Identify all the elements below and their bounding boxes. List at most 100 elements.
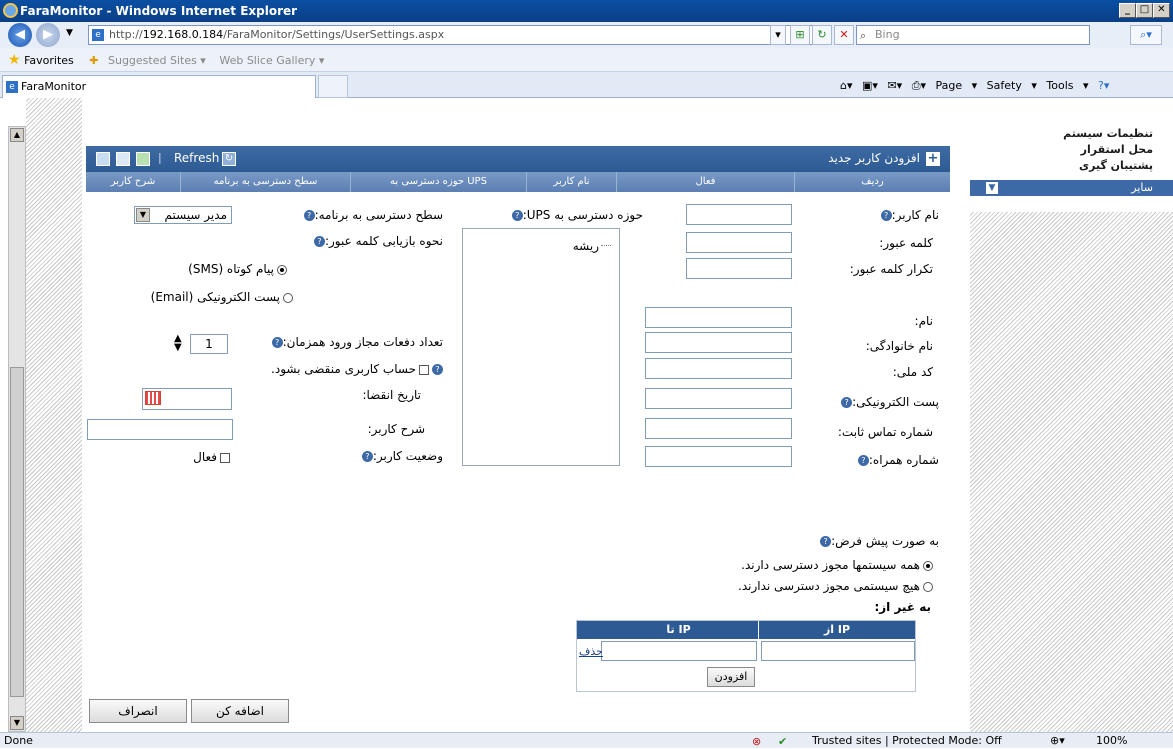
zoom-level[interactable]: 100%	[1096, 733, 1127, 748]
new-tab-button[interactable]	[318, 75, 348, 98]
expiry-date-input[interactable]	[142, 388, 232, 410]
calendar-icon[interactable]	[145, 391, 161, 405]
account-expires-option[interactable]: ?حساب کاربری منقضی بشود.	[271, 362, 443, 376]
page-menu[interactable]: Page ▾	[936, 79, 978, 92]
home-icon[interactable]: ⌂▾	[840, 79, 853, 92]
menu-item-system-settings[interactable]: تنظیمات سیستم	[970, 126, 1173, 142]
print-icon[interactable]: ⎙▾	[912, 79, 926, 92]
menu-item-backup[interactable]: پشتیبان گیری	[970, 158, 1173, 174]
col-ups-scope[interactable]: حوزه دسترسی به UPS	[350, 172, 526, 192]
web-slice-gallery-link[interactable]: Web Slice Gallery ▾	[219, 54, 324, 67]
delete-ip-link[interactable]: حذف	[579, 645, 603, 658]
maximize-button[interactable]: □	[1136, 3, 1153, 18]
concurrent-logins-stepper[interactable]: ▲ ▼ 1	[174, 334, 230, 354]
add-new-user-link[interactable]: افزودن کاربر جدید	[828, 151, 920, 165]
radio-icon[interactable]	[283, 292, 293, 303]
close-window-button[interactable]: ✕	[1153, 3, 1170, 18]
first-name-input[interactable]	[645, 307, 792, 328]
stop-icon[interactable]: ✕	[834, 25, 854, 45]
scroll-down-icon[interactable]: ▼	[10, 716, 24, 730]
username-input[interactable]	[686, 204, 792, 225]
ip-to-input[interactable]	[601, 641, 757, 661]
col-username[interactable]: نام کاربر	[526, 172, 616, 192]
suggested-sites-link[interactable]: Suggested Sites ▾	[108, 54, 206, 67]
scroll-thumb[interactable]	[10, 367, 24, 697]
access-level-select[interactable]: مدیر سیستم ▼	[134, 206, 232, 224]
safety-menu[interactable]: Safety ▾	[987, 79, 1037, 92]
ups-tree[interactable]: ریشه	[462, 228, 620, 466]
export-csv-icon[interactable]	[116, 152, 130, 166]
refresh-browser-icon[interactable]: ↻	[812, 25, 832, 45]
help-icon[interactable]: ?	[511, 210, 523, 221]
zone-text[interactable]: Trusted sites | Protected Mode: Off	[812, 733, 1002, 748]
last-name-input[interactable]	[645, 332, 792, 353]
zoom-icon[interactable]: ⊕▾	[1050, 733, 1065, 748]
help-icon[interactable]: ?	[880, 210, 892, 221]
refresh-icon[interactable]: ↻	[222, 152, 236, 166]
help-icon[interactable]: ?	[857, 455, 869, 466]
favorites-star-icon[interactable]: ★	[8, 52, 21, 68]
concurrent-logins-input[interactable]: 1	[190, 334, 228, 354]
dropdown-icon[interactable]: ▼	[136, 208, 150, 222]
description-input[interactable]	[87, 419, 233, 440]
add-icon[interactable]: +	[926, 152, 940, 166]
address-field[interactable]: e http://192.168.0.184/FaraMonitor/Setti…	[88, 25, 822, 45]
help-icon[interactable]: ?	[820, 536, 832, 547]
vertical-scrollbar[interactable]: ▲ ▼	[8, 126, 26, 732]
compat-view-icon[interactable]: ⊞	[790, 25, 810, 45]
active-option[interactable]: فعال	[193, 450, 230, 464]
help-icon[interactable]: ?	[361, 451, 373, 462]
forward-button[interactable]: ▶	[36, 23, 60, 47]
feeds-icon[interactable]: ▣▾	[862, 79, 878, 92]
col-row[interactable]: ردیف	[794, 172, 950, 192]
back-button[interactable]: ◀	[8, 23, 32, 47]
cancel-button[interactable]: انصراف	[89, 699, 187, 723]
col-description[interactable]: شرح کاربر	[86, 172, 180, 192]
menu-item-other[interactable]: ▼ سایر	[970, 180, 1173, 196]
password-input[interactable]	[686, 232, 792, 253]
help-icon[interactable]: ?	[303, 210, 315, 221]
phone-input[interactable]	[645, 418, 792, 439]
password-repeat-input[interactable]	[686, 258, 792, 279]
help-icon[interactable]: ?	[271, 337, 283, 348]
add-ip-button[interactable]: افزودن	[707, 667, 755, 687]
tab-faramonitor[interactable]: e FaraMonitor	[2, 75, 316, 98]
search-go-icon[interactable]: ⌕▾	[1130, 25, 1162, 45]
export-excel-icon[interactable]	[96, 152, 110, 166]
help-icon[interactable]: ?▾	[1098, 79, 1109, 92]
mail-icon[interactable]: ✉▾	[887, 79, 902, 92]
mobile-input[interactable]	[645, 446, 792, 467]
none-allowed-option[interactable]: هیچ سیستمی مجوز دسترسی ندارند.	[738, 579, 933, 593]
radio-icon[interactable]	[277, 264, 287, 275]
blocked-icon[interactable]: ⊗	[752, 734, 761, 749]
national-code-input[interactable]	[645, 358, 792, 379]
ip-from-input[interactable]	[761, 641, 915, 661]
search-input[interactable]: ⌕ Bing	[856, 25, 1090, 45]
col-active[interactable]: فعال	[616, 172, 794, 192]
scroll-up-icon[interactable]: ▲	[10, 128, 24, 142]
submit-button[interactable]: اضافه کن	[191, 699, 289, 723]
recovery-sms-option[interactable]: پیام کوتاه (SMS)	[188, 262, 287, 276]
stepper-arrows-icon[interactable]: ▲ ▼	[174, 334, 182, 353]
history-dropdown-icon[interactable]: ▼	[66, 28, 73, 38]
recovery-email-option[interactable]: پست الکترونیکی (Email)	[151, 290, 293, 304]
help-icon[interactable]: ?	[313, 236, 325, 247]
radio-icon[interactable]	[923, 581, 933, 592]
favorites-button[interactable]: Favorites	[24, 54, 74, 67]
checkbox-icon[interactable]	[419, 364, 429, 375]
radio-icon[interactable]	[923, 560, 933, 571]
refresh-button[interactable]: Refresh	[174, 151, 219, 165]
export-word-icon[interactable]	[136, 152, 150, 166]
help-icon[interactable]: ?	[432, 364, 443, 375]
tree-node-root[interactable]: ریشه	[573, 239, 599, 253]
email-input[interactable]	[645, 388, 792, 409]
minimize-button[interactable]: _	[1119, 3, 1136, 18]
security-icon[interactable]: ✔	[778, 734, 787, 749]
checkbox-icon[interactable]	[220, 452, 230, 463]
tools-menu[interactable]: Tools ▾	[1046, 79, 1088, 92]
all-allowed-option[interactable]: همه سیستمها مجوز دسترسی دارند.	[741, 558, 933, 572]
col-access-level[interactable]: سطح دسترسی به برنامه	[180, 172, 350, 192]
help-icon[interactable]: ?	[841, 397, 853, 408]
menu-item-location[interactable]: محل استقرار	[970, 142, 1173, 158]
add-favorite-icon[interactable]: ✚	[89, 54, 98, 67]
